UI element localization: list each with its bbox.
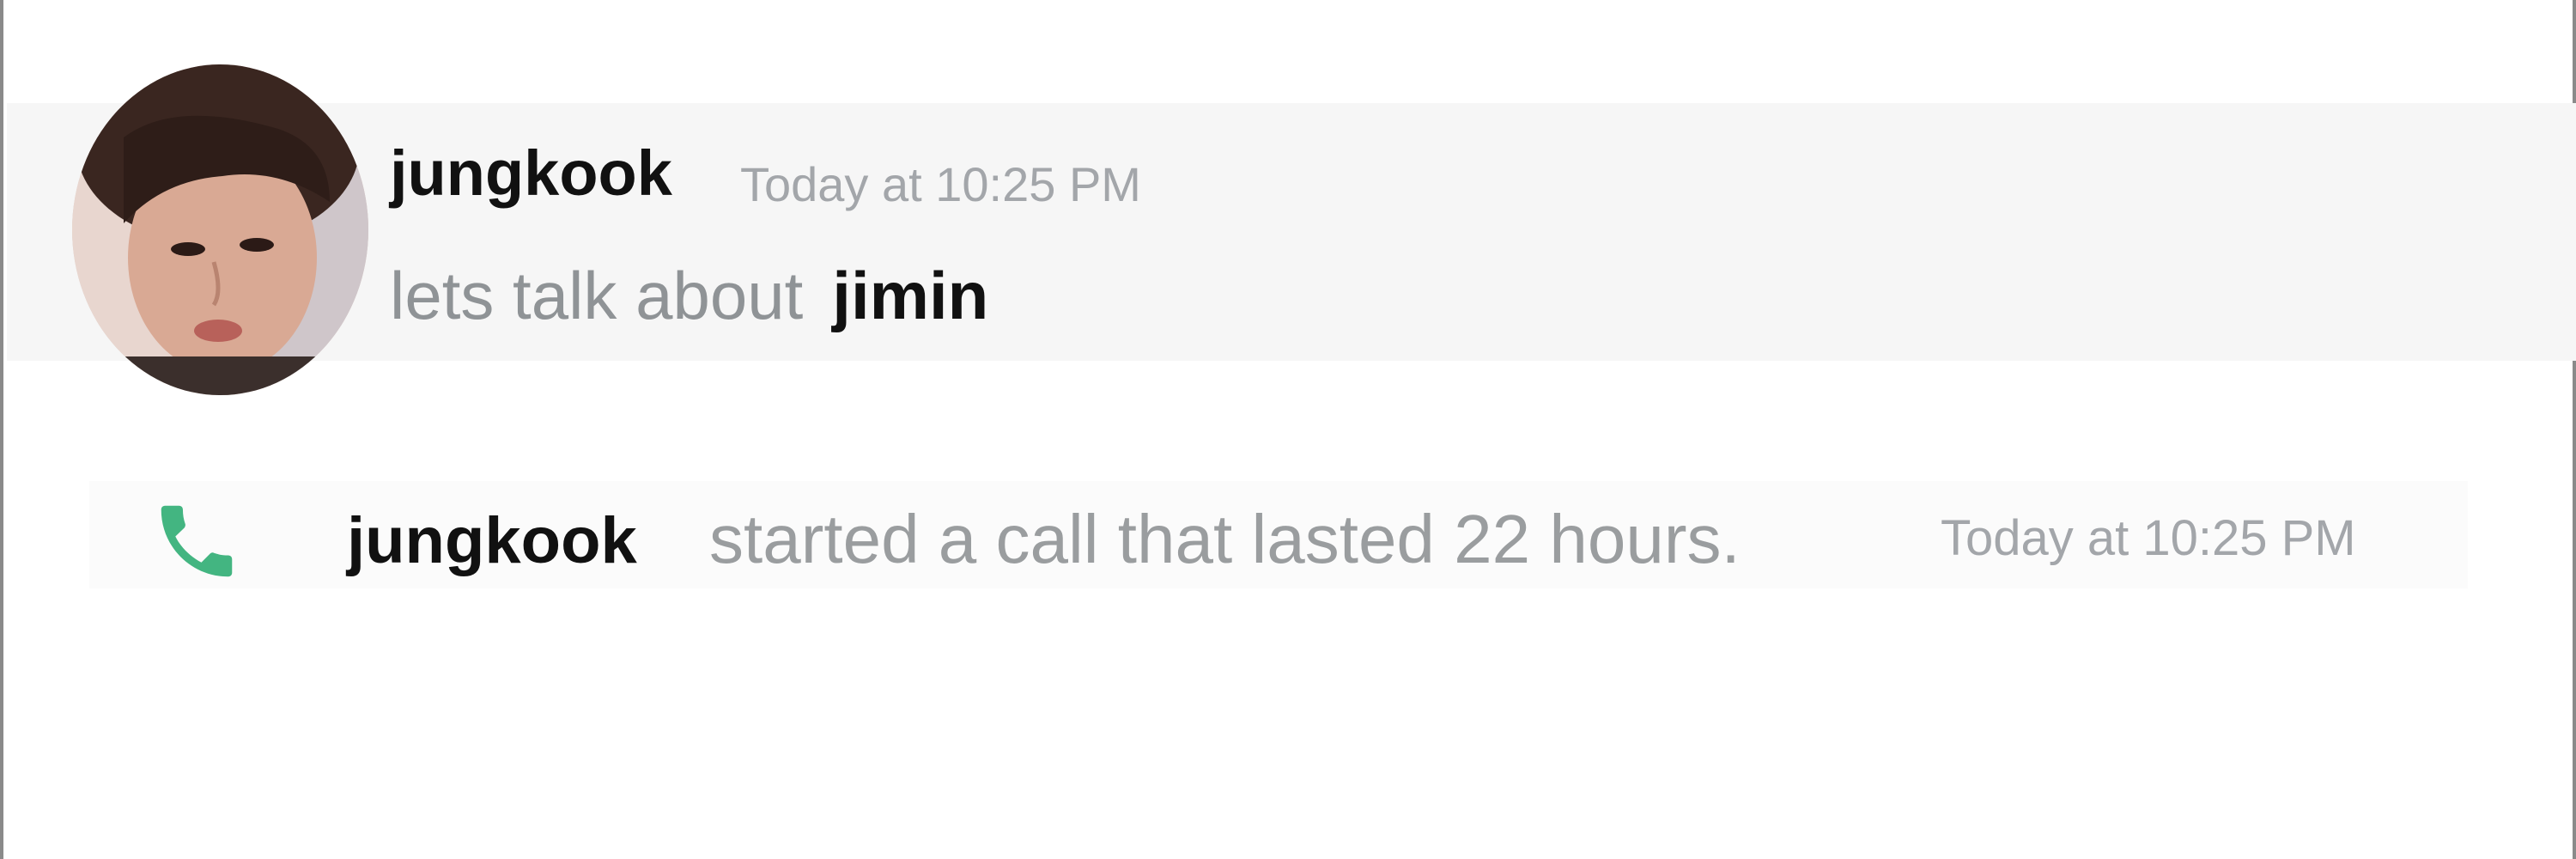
user-avatar[interactable] — [72, 64, 368, 395]
call-username[interactable]: jungkook — [347, 509, 637, 574]
call-timestamp: Today at 10:25 PM — [1941, 510, 2356, 566]
mention-jimin[interactable]: jimin — [832, 258, 988, 333]
phone-icon — [161, 505, 233, 577]
message-timestamp: Today at 10:25 PM — [740, 157, 1141, 211]
message-username[interactable]: jungkook — [390, 142, 672, 205]
chat-window: jungkook Today at 10:25 PM lets talk abo… — [0, 0, 2576, 859]
avatar-image — [72, 64, 368, 395]
message-text: lets talk about — [390, 258, 804, 333]
call-description: started a call that lasted 22 hours. — [709, 501, 1741, 577]
message-content: lets talk about jimin — [390, 262, 988, 329]
